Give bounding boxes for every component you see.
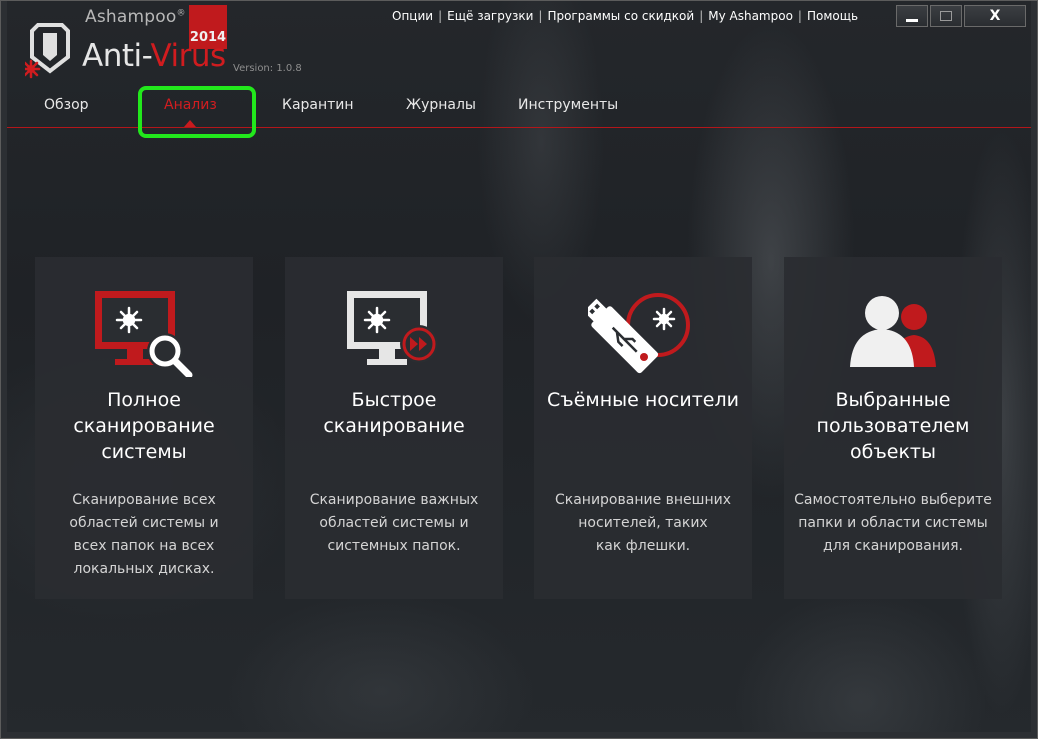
card-description: Сканирование важных областей системы и сис… — [309, 492, 479, 554]
users-icon — [850, 296, 936, 367]
link-separator: | — [797, 9, 802, 23]
link-discount-programs[interactable]: Программы со скидкой — [546, 9, 695, 23]
card-description: Самостоятельно выберите папки и области с… — [794, 492, 992, 554]
monitor-scan-icon — [95, 291, 193, 377]
card-description: Сканирование внешних носителей, таких как … — [554, 492, 732, 554]
close-button[interactable]: X — [964, 5, 1026, 27]
quick-scan-card[interactable]: Быстрое сканирование Сканирование важных о… — [285, 257, 503, 599]
card-description: Сканирование всех областей системы и всех … — [69, 492, 219, 577]
top-links: Опции | Ещё загрузки | Программы со скид… — [391, 9, 859, 23]
app-logo: Ashampoo® 2014 Anti-Virus Version: 1.0.8 — [15, 5, 315, 81]
tab-logs[interactable]: Журналы — [406, 97, 476, 113]
app-window: Ashampoo® 2014 Anti-Virus Version: 1.0.8… — [0, 0, 1038, 739]
custom-scan-card[interactable]: Выбранные пользователем объекты Самостояте… — [784, 257, 1002, 599]
minimize-button[interactable] — [896, 5, 928, 27]
card-title: Полное сканирование системы — [73, 389, 215, 463]
link-options[interactable]: Опции — [391, 9, 434, 23]
tab-overview[interactable]: Обзор — [44, 97, 89, 113]
brand-name: Ashampoo® — [85, 7, 186, 27]
highlight-box — [138, 86, 256, 138]
card-title: Быстрое сканирование — [323, 389, 465, 437]
usb-drive-icon — [588, 293, 690, 374]
tab-tools[interactable]: Инструменты — [518, 97, 618, 113]
window-controls: X — [896, 5, 1026, 27]
link-more-downloads[interactable]: Ещё загрузки — [446, 9, 534, 23]
link-separator: | — [438, 9, 443, 23]
version-label: Version: 1.0.8 — [233, 63, 302, 74]
removable-media-card[interactable]: Съёмные носители Сканирование внешних нос… — [534, 257, 752, 599]
card-title: Съёмные носители — [547, 389, 739, 411]
minimize-icon — [906, 18, 918, 22]
maximize-icon — [940, 11, 952, 21]
monitor-fast-forward-icon — [347, 291, 438, 365]
card-title: Выбранные пользователем объекты — [816, 389, 970, 463]
product-name: Anti-Virus — [82, 38, 226, 74]
link-help[interactable]: Помощь — [806, 9, 859, 23]
link-separator: | — [699, 9, 704, 23]
link-my-ashampoo[interactable]: My Ashampoo — [707, 9, 794, 23]
maximize-button[interactable] — [930, 5, 962, 27]
link-separator: | — [538, 9, 543, 23]
full-scan-card[interactable]: Полное сканирование системы Сканирование в… — [35, 257, 253, 599]
shield-logo-icon — [25, 23, 70, 79]
tab-quarantine[interactable]: Карантин — [282, 97, 354, 113]
